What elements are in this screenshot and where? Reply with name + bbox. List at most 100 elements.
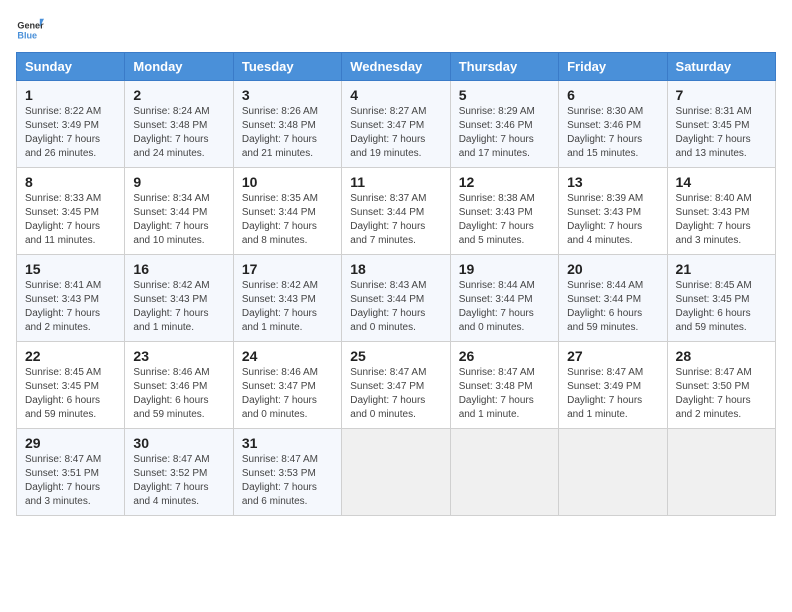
day-number: 17 [242,261,333,277]
day-number: 13 [567,174,658,190]
calendar-day-cell: 16 Sunrise: 8:42 AM Sunset: 3:43 PM Dayl… [125,255,233,342]
day-info: Sunrise: 8:46 AM Sunset: 3:47 PM Dayligh… [242,366,333,422]
day-info: Sunrise: 8:44 AM Sunset: 3:44 PM Dayligh… [459,279,550,335]
calendar-day-header: Wednesday [342,53,450,81]
calendar-day-cell: 22 Sunrise: 8:45 AM Sunset: 3:45 PM Dayl… [17,342,125,429]
day-number: 22 [25,348,116,364]
day-info: Sunrise: 8:26 AM Sunset: 3:48 PM Dayligh… [242,105,333,161]
day-info: Sunrise: 8:47 AM Sunset: 3:51 PM Dayligh… [25,453,116,509]
day-number: 3 [242,87,333,103]
calendar-header-row: SundayMondayTuesdayWednesdayThursdayFrid… [17,53,776,81]
calendar-day-cell: 5 Sunrise: 8:29 AM Sunset: 3:46 PM Dayli… [450,81,558,168]
day-info: Sunrise: 8:47 AM Sunset: 3:47 PM Dayligh… [350,366,441,422]
day-number: 21 [676,261,767,277]
calendar-table: SundayMondayTuesdayWednesdayThursdayFrid… [16,52,776,516]
day-info: Sunrise: 8:27 AM Sunset: 3:47 PM Dayligh… [350,105,441,161]
day-info: Sunrise: 8:45 AM Sunset: 3:45 PM Dayligh… [25,366,116,422]
day-number: 6 [567,87,658,103]
day-number: 16 [133,261,224,277]
calendar-day-cell [450,429,558,516]
calendar-day-cell: 25 Sunrise: 8:47 AM Sunset: 3:47 PM Dayl… [342,342,450,429]
calendar-week-row: 22 Sunrise: 8:45 AM Sunset: 3:45 PM Dayl… [17,342,776,429]
day-number: 24 [242,348,333,364]
day-info: Sunrise: 8:47 AM Sunset: 3:48 PM Dayligh… [459,366,550,422]
calendar-day-cell: 24 Sunrise: 8:46 AM Sunset: 3:47 PM Dayl… [233,342,341,429]
day-number: 25 [350,348,441,364]
day-info: Sunrise: 8:43 AM Sunset: 3:44 PM Dayligh… [350,279,441,335]
calendar-day-cell: 21 Sunrise: 8:45 AM Sunset: 3:45 PM Dayl… [667,255,775,342]
calendar-day-cell: 14 Sunrise: 8:40 AM Sunset: 3:43 PM Dayl… [667,168,775,255]
calendar-day-cell: 13 Sunrise: 8:39 AM Sunset: 3:43 PM Dayl… [559,168,667,255]
calendar-day-cell: 2 Sunrise: 8:24 AM Sunset: 3:48 PM Dayli… [125,81,233,168]
day-number: 18 [350,261,441,277]
calendar-day-cell: 30 Sunrise: 8:47 AM Sunset: 3:52 PM Dayl… [125,429,233,516]
calendar-day-cell: 9 Sunrise: 8:34 AM Sunset: 3:44 PM Dayli… [125,168,233,255]
calendar-day-cell: 20 Sunrise: 8:44 AM Sunset: 3:44 PM Dayl… [559,255,667,342]
calendar-day-cell [559,429,667,516]
calendar-day-cell: 26 Sunrise: 8:47 AM Sunset: 3:48 PM Dayl… [450,342,558,429]
day-number: 27 [567,348,658,364]
calendar-day-cell: 28 Sunrise: 8:47 AM Sunset: 3:50 PM Dayl… [667,342,775,429]
day-number: 11 [350,174,441,190]
calendar-day-cell: 17 Sunrise: 8:42 AM Sunset: 3:43 PM Dayl… [233,255,341,342]
calendar-day-cell: 27 Sunrise: 8:47 AM Sunset: 3:49 PM Dayl… [559,342,667,429]
page-header: General Blue [16,16,776,44]
day-info: Sunrise: 8:46 AM Sunset: 3:46 PM Dayligh… [133,366,224,422]
day-number: 23 [133,348,224,364]
calendar-day-cell: 10 Sunrise: 8:35 AM Sunset: 3:44 PM Dayl… [233,168,341,255]
calendar-day-cell: 11 Sunrise: 8:37 AM Sunset: 3:44 PM Dayl… [342,168,450,255]
day-info: Sunrise: 8:37 AM Sunset: 3:44 PM Dayligh… [350,192,441,248]
calendar-day-header: Saturday [667,53,775,81]
calendar-day-cell: 18 Sunrise: 8:43 AM Sunset: 3:44 PM Dayl… [342,255,450,342]
calendar-day-cell: 4 Sunrise: 8:27 AM Sunset: 3:47 PM Dayli… [342,81,450,168]
day-info: Sunrise: 8:41 AM Sunset: 3:43 PM Dayligh… [25,279,116,335]
day-number: 19 [459,261,550,277]
logo-icon: General Blue [16,16,44,44]
calendar-week-row: 8 Sunrise: 8:33 AM Sunset: 3:45 PM Dayli… [17,168,776,255]
day-number: 30 [133,435,224,451]
calendar-day-cell: 1 Sunrise: 8:22 AM Sunset: 3:49 PM Dayli… [17,81,125,168]
day-number: 29 [25,435,116,451]
day-number: 7 [676,87,767,103]
day-info: Sunrise: 8:24 AM Sunset: 3:48 PM Dayligh… [133,105,224,161]
day-number: 9 [133,174,224,190]
day-info: Sunrise: 8:35 AM Sunset: 3:44 PM Dayligh… [242,192,333,248]
calendar-week-row: 15 Sunrise: 8:41 AM Sunset: 3:43 PM Dayl… [17,255,776,342]
calendar-day-header: Friday [559,53,667,81]
calendar-week-row: 29 Sunrise: 8:47 AM Sunset: 3:51 PM Dayl… [17,429,776,516]
day-info: Sunrise: 8:44 AM Sunset: 3:44 PM Dayligh… [567,279,658,335]
day-info: Sunrise: 8:40 AM Sunset: 3:43 PM Dayligh… [676,192,767,248]
day-info: Sunrise: 8:42 AM Sunset: 3:43 PM Dayligh… [242,279,333,335]
calendar-day-header: Thursday [450,53,558,81]
day-info: Sunrise: 8:45 AM Sunset: 3:45 PM Dayligh… [676,279,767,335]
calendar-day-cell: 8 Sunrise: 8:33 AM Sunset: 3:45 PM Dayli… [17,168,125,255]
day-number: 26 [459,348,550,364]
day-number: 5 [459,87,550,103]
calendar-day-cell [342,429,450,516]
day-number: 15 [25,261,116,277]
calendar-day-header: Tuesday [233,53,341,81]
day-info: Sunrise: 8:42 AM Sunset: 3:43 PM Dayligh… [133,279,224,335]
day-info: Sunrise: 8:47 AM Sunset: 3:49 PM Dayligh… [567,366,658,422]
calendar-day-cell: 7 Sunrise: 8:31 AM Sunset: 3:45 PM Dayli… [667,81,775,168]
svg-text:Blue: Blue [17,30,37,40]
calendar-day-header: Sunday [17,53,125,81]
day-info: Sunrise: 8:31 AM Sunset: 3:45 PM Dayligh… [676,105,767,161]
day-info: Sunrise: 8:47 AM Sunset: 3:53 PM Dayligh… [242,453,333,509]
calendar-day-cell [667,429,775,516]
calendar-day-cell: 19 Sunrise: 8:44 AM Sunset: 3:44 PM Dayl… [450,255,558,342]
day-info: Sunrise: 8:39 AM Sunset: 3:43 PM Dayligh… [567,192,658,248]
day-info: Sunrise: 8:47 AM Sunset: 3:52 PM Dayligh… [133,453,224,509]
calendar-day-cell: 15 Sunrise: 8:41 AM Sunset: 3:43 PM Dayl… [17,255,125,342]
day-number: 12 [459,174,550,190]
calendar-day-header: Monday [125,53,233,81]
day-number: 14 [676,174,767,190]
day-info: Sunrise: 8:33 AM Sunset: 3:45 PM Dayligh… [25,192,116,248]
logo: General Blue [16,16,44,44]
day-info: Sunrise: 8:47 AM Sunset: 3:50 PM Dayligh… [676,366,767,422]
day-number: 28 [676,348,767,364]
day-info: Sunrise: 8:34 AM Sunset: 3:44 PM Dayligh… [133,192,224,248]
calendar-day-cell: 6 Sunrise: 8:30 AM Sunset: 3:46 PM Dayli… [559,81,667,168]
day-number: 8 [25,174,116,190]
day-number: 10 [242,174,333,190]
